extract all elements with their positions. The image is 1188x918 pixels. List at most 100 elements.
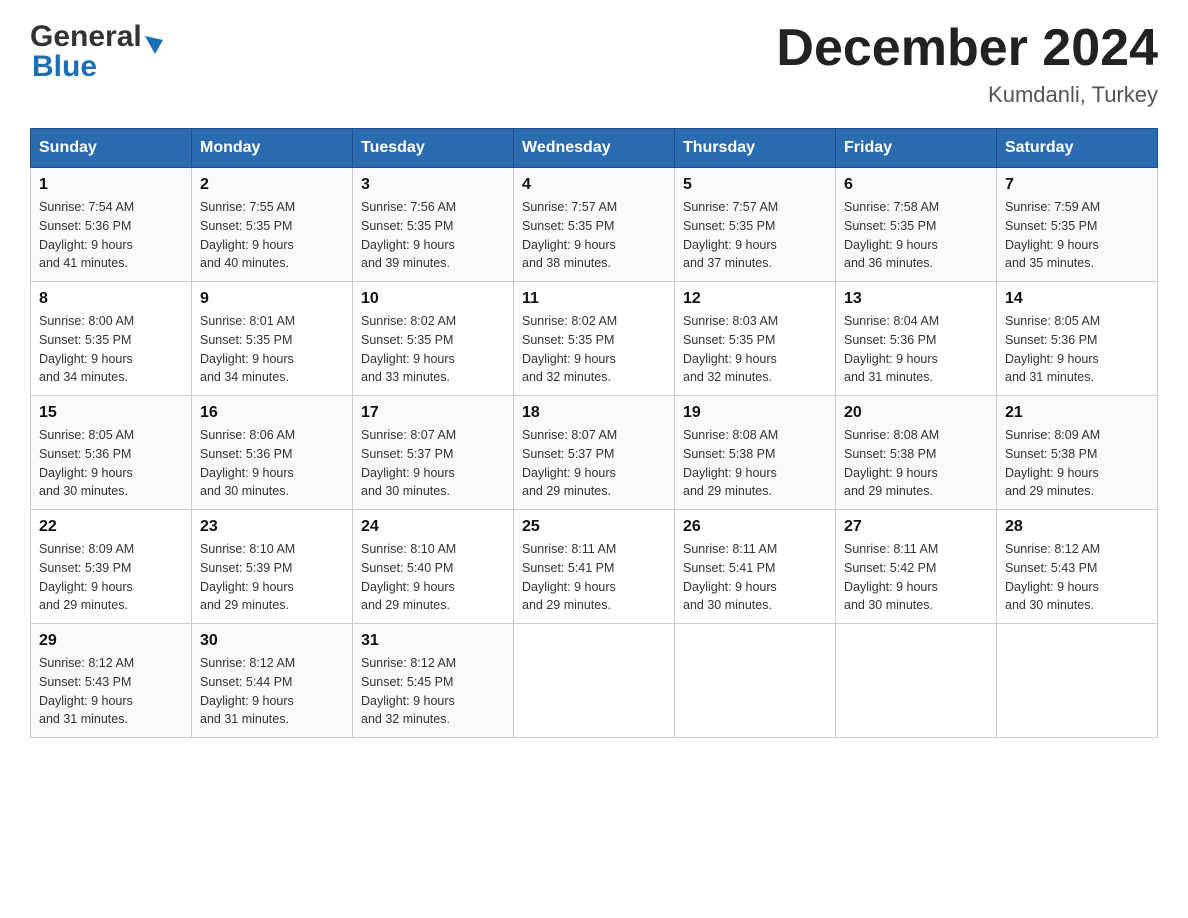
calendar-cell: 31Sunrise: 8:12 AMSunset: 5:45 PMDayligh… [353, 624, 514, 738]
calendar-cell: 19 Sunrise: 8:08 AMSunset: 5:38 PMDayligh… [675, 396, 836, 510]
col-sunday: Sunday [31, 129, 192, 168]
calendar-cell: 2 Sunrise: 7:55 AMSunset: 5:35 PMDaylight… [192, 168, 353, 282]
col-monday: Monday [192, 129, 353, 168]
calendar-row-4: 22Sunrise: 8:09 AMSunset: 5:39 PMDayligh… [31, 510, 1158, 624]
day-info: Sunrise: 8:05 AMSunset: 5:36 PMDaylight:… [1005, 314, 1100, 384]
day-number: 11 [522, 290, 666, 308]
calendar-cell: 17 Sunrise: 8:07 AMSunset: 5:37 PMDayligh… [353, 396, 514, 510]
logo: General Blue [30, 20, 163, 84]
calendar-cell [675, 624, 836, 738]
location-subtitle: Kumdanli, Turkey [776, 82, 1158, 108]
col-friday: Friday [836, 129, 997, 168]
calendar-cell: 13 Sunrise: 8:04 AMSunset: 5:36 PMDayligh… [836, 282, 997, 396]
calendar-cell: 6 Sunrise: 7:58 AMSunset: 5:35 PMDaylight… [836, 168, 997, 282]
day-info: Sunrise: 8:11 AMSunset: 5:42 PMDaylight:… [844, 542, 938, 612]
calendar-body: 1 Sunrise: 7:54 AMSunset: 5:36 PMDaylight… [31, 168, 1158, 738]
calendar-cell: 21Sunrise: 8:09 AMSunset: 5:38 PMDayligh… [997, 396, 1158, 510]
calendar-cell [997, 624, 1158, 738]
day-number: 30 [200, 632, 344, 650]
calendar-cell: 18 Sunrise: 8:07 AMSunset: 5:37 PMDayligh… [514, 396, 675, 510]
day-number: 25 [522, 518, 666, 536]
calendar-cell: 29 Sunrise: 8:12 AMSunset: 5:43 PMDayligh… [31, 624, 192, 738]
col-tuesday: Tuesday [353, 129, 514, 168]
day-info: Sunrise: 8:11 AMSunset: 5:41 PMDaylight:… [683, 542, 777, 612]
month-title: December 2024 [776, 20, 1158, 77]
day-number: 15 [39, 404, 183, 422]
day-info: Sunrise: 7:54 AMSunset: 5:36 PMDaylight:… [39, 200, 134, 270]
day-info: Sunrise: 8:01 AMSunset: 5:35 PMDaylight:… [200, 314, 295, 384]
day-info: Sunrise: 7:59 AMSunset: 5:35 PMDaylight:… [1005, 200, 1100, 270]
calendar-cell: 16 Sunrise: 8:06 AMSunset: 5:36 PMDayligh… [192, 396, 353, 510]
title-section: December 2024 Kumdanli, Turkey [776, 20, 1158, 108]
calendar-cell: 11Sunrise: 8:02 AMSunset: 5:35 PMDayligh… [514, 282, 675, 396]
day-info: Sunrise: 8:07 AMSunset: 5:37 PMDaylight:… [522, 428, 617, 498]
day-info: Sunrise: 8:04 AMSunset: 5:36 PMDaylight:… [844, 314, 939, 384]
day-number: 1 [39, 176, 183, 194]
calendar-cell: 4 Sunrise: 7:57 AMSunset: 5:35 PMDaylight… [514, 168, 675, 282]
day-info: Sunrise: 7:57 AMSunset: 5:35 PMDaylight:… [683, 200, 778, 270]
day-number: 20 [844, 404, 988, 422]
day-info: Sunrise: 8:02 AMSunset: 5:35 PMDaylight:… [361, 314, 456, 384]
day-info: Sunrise: 8:12 AMSunset: 5:44 PMDaylight:… [200, 656, 295, 726]
day-number: 18 [522, 404, 666, 422]
logo-blue-text: Blue [32, 50, 97, 84]
day-info: Sunrise: 8:12 AMSunset: 5:43 PMDaylight:… [39, 656, 134, 726]
calendar-cell: 24 Sunrise: 8:10 AMSunset: 5:40 PMDayligh… [353, 510, 514, 624]
day-info: Sunrise: 8:12 AMSunset: 5:43 PMDaylight:… [1005, 542, 1100, 612]
day-number: 26 [683, 518, 827, 536]
day-info: Sunrise: 7:55 AMSunset: 5:35 PMDaylight:… [200, 200, 295, 270]
calendar-row-1: 1 Sunrise: 7:54 AMSunset: 5:36 PMDaylight… [31, 168, 1158, 282]
col-saturday: Saturday [997, 129, 1158, 168]
day-info: Sunrise: 8:03 AMSunset: 5:35 PMDaylight:… [683, 314, 778, 384]
day-number: 21 [1005, 404, 1149, 422]
calendar-table: Sunday Monday Tuesday Wednesday Thursday… [30, 128, 1158, 738]
day-number: 14 [1005, 290, 1149, 308]
logo-general-text: General [30, 20, 142, 54]
day-number: 24 [361, 518, 505, 536]
col-wednesday: Wednesday [514, 129, 675, 168]
day-info: Sunrise: 8:06 AMSunset: 5:36 PMDaylight:… [200, 428, 295, 498]
day-number: 10 [361, 290, 505, 308]
day-number: 17 [361, 404, 505, 422]
day-number: 9 [200, 290, 344, 308]
calendar-cell: 7Sunrise: 7:59 AMSunset: 5:35 PMDaylight… [997, 168, 1158, 282]
calendar-cell: 10 Sunrise: 8:02 AMSunset: 5:35 PMDayligh… [353, 282, 514, 396]
day-info: Sunrise: 8:08 AMSunset: 5:38 PMDaylight:… [683, 428, 778, 498]
calendar-header-row: Sunday Monday Tuesday Wednesday Thursday… [31, 129, 1158, 168]
day-info: Sunrise: 8:08 AMSunset: 5:38 PMDaylight:… [844, 428, 939, 498]
day-info: Sunrise: 8:11 AMSunset: 5:41 PMDaylight:… [522, 542, 616, 612]
day-number: 6 [844, 176, 988, 194]
day-info: Sunrise: 7:58 AMSunset: 5:35 PMDaylight:… [844, 200, 939, 270]
calendar-row-3: 15 Sunrise: 8:05 AMSunset: 5:36 PMDayligh… [31, 396, 1158, 510]
calendar-cell [514, 624, 675, 738]
day-info: Sunrise: 8:10 AMSunset: 5:39 PMDaylight:… [200, 542, 295, 612]
day-info: Sunrise: 7:57 AMSunset: 5:35 PMDaylight:… [522, 200, 617, 270]
day-number: 4 [522, 176, 666, 194]
col-thursday: Thursday [675, 129, 836, 168]
day-number: 13 [844, 290, 988, 308]
calendar-cell: 5 Sunrise: 7:57 AMSunset: 5:35 PMDaylight… [675, 168, 836, 282]
day-number: 2 [200, 176, 344, 194]
calendar-cell [836, 624, 997, 738]
calendar-cell: 8Sunrise: 8:00 AMSunset: 5:35 PMDaylight… [31, 282, 192, 396]
day-number: 31 [361, 632, 505, 650]
calendar-cell: 1 Sunrise: 7:54 AMSunset: 5:36 PMDaylight… [31, 168, 192, 282]
calendar-cell: 23Sunrise: 8:10 AMSunset: 5:39 PMDayligh… [192, 510, 353, 624]
calendar-cell: 20 Sunrise: 8:08 AMSunset: 5:38 PMDayligh… [836, 396, 997, 510]
calendar-cell: 22Sunrise: 8:09 AMSunset: 5:39 PMDayligh… [31, 510, 192, 624]
logo-arrow-icon [145, 36, 163, 54]
day-number: 19 [683, 404, 827, 422]
day-info: Sunrise: 8:09 AMSunset: 5:39 PMDaylight:… [39, 542, 134, 612]
day-info: Sunrise: 8:05 AMSunset: 5:36 PMDaylight:… [39, 428, 134, 498]
day-number: 5 [683, 176, 827, 194]
day-number: 27 [844, 518, 988, 536]
day-info: Sunrise: 8:10 AMSunset: 5:40 PMDaylight:… [361, 542, 456, 612]
calendar-cell: 3Sunrise: 7:56 AMSunset: 5:35 PMDaylight… [353, 168, 514, 282]
calendar-cell: 25 Sunrise: 8:11 AMSunset: 5:41 PMDayligh… [514, 510, 675, 624]
day-number: 8 [39, 290, 183, 308]
day-info: Sunrise: 7:56 AMSunset: 5:35 PMDaylight:… [361, 200, 456, 270]
day-number: 12 [683, 290, 827, 308]
day-info: Sunrise: 8:07 AMSunset: 5:37 PMDaylight:… [361, 428, 456, 498]
day-number: 29 [39, 632, 183, 650]
day-number: 16 [200, 404, 344, 422]
